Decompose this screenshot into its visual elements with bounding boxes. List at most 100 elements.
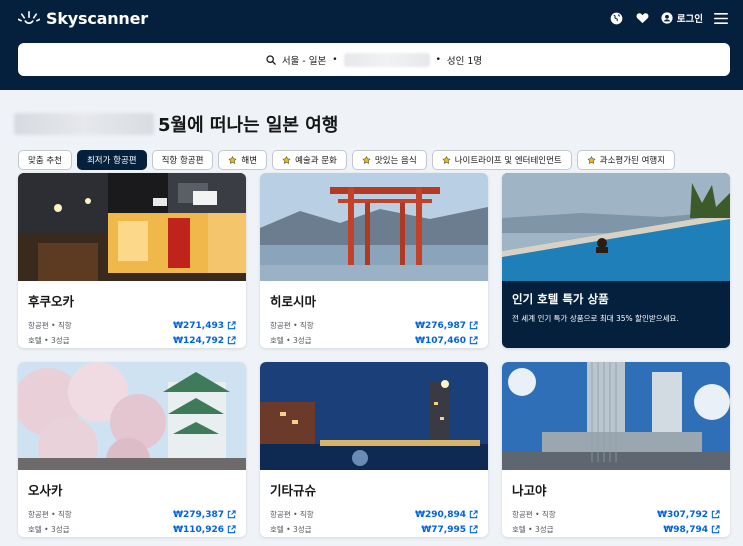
flight-price-link[interactable]: ₩290,894 bbox=[415, 510, 478, 520]
flight-row: 항공편 • 직항 ₩307,792 bbox=[512, 507, 720, 522]
blurred-dates bbox=[343, 52, 430, 67]
flight-price-link[interactable]: ₩271,493 bbox=[173, 321, 236, 331]
promo-text: 전 세계 인기 특가 상품으로 최대 35% 할인받으세요. bbox=[512, 314, 679, 323]
chip-direct-flights[interactable]: 직항 항공편 bbox=[151, 150, 214, 170]
search-passengers: 성인 1명 bbox=[446, 55, 483, 67]
chip-art-culture[interactable]: 예술과 문화 bbox=[272, 150, 347, 170]
hiroshima-photo bbox=[260, 173, 488, 281]
skyscanner-logo[interactable]: Skyscanner bbox=[18, 9, 148, 28]
kitakyushu-photo bbox=[260, 362, 488, 470]
chip-label: 맛있는 음식 bbox=[374, 156, 417, 166]
city-name: 오사카 bbox=[28, 483, 63, 498]
globe-icon[interactable] bbox=[609, 10, 625, 26]
chip-underrated[interactable]: 과소평가된 여행지 bbox=[576, 150, 676, 170]
heart-icon[interactable] bbox=[635, 10, 651, 26]
external-link-icon bbox=[227, 525, 236, 534]
sparkle-icon bbox=[442, 155, 451, 164]
external-link-icon bbox=[227, 336, 236, 345]
sparkle-icon bbox=[282, 155, 291, 164]
external-link-icon bbox=[469, 336, 478, 345]
hotel-price: ₩98,794 bbox=[663, 524, 708, 535]
chip-label: 직항 항공편 bbox=[161, 156, 204, 166]
chip-nightlife[interactable]: 나이트라이프 및 엔터테인먼트 bbox=[431, 150, 572, 170]
hotel-row: 호텔 • 3성급 ₩107,460 bbox=[270, 333, 478, 348]
chip-cheapest-flights[interactable]: 최저가 항공편 bbox=[76, 150, 147, 170]
flight-price: ₩271,493 bbox=[173, 320, 224, 331]
chip-food[interactable]: 맛있는 음식 bbox=[351, 150, 427, 170]
site-header: Skyscanner 로그인 서울 - 일본 • • 성인 1명 bbox=[0, 0, 743, 90]
hotel-price-link[interactable]: ₩77,995 bbox=[421, 525, 478, 535]
login-button[interactable]: 로그인 bbox=[661, 11, 703, 25]
destination-card-osaka[interactable]: 오사카 항공편 • 직항 ₩279,387 호텔 • 3성급 ₩110,926 bbox=[18, 362, 246, 537]
flight-row: 항공편 • 직항 ₩276,987 bbox=[270, 318, 478, 333]
hotel-row: 호텔 • 3성급 ₩77,995 bbox=[270, 522, 478, 537]
chip-label: 과소평가된 여행지 bbox=[599, 156, 666, 166]
separator-dot: • bbox=[332, 54, 338, 65]
external-link-icon bbox=[227, 321, 236, 330]
sparkle-icon bbox=[362, 155, 371, 164]
hotel-price: ₩124,792 bbox=[173, 335, 224, 346]
city-name: 나고야 bbox=[512, 483, 547, 498]
flight-label: 항공편 • 직항 bbox=[270, 510, 314, 519]
hotel-price-link[interactable]: ₩110,926 bbox=[173, 525, 236, 535]
hotel-label: 호텔 • 3성급 bbox=[270, 336, 312, 345]
flight-row: 항공편 • 직항 ₩279,387 bbox=[28, 507, 236, 522]
chip-beach[interactable]: 해변 bbox=[218, 150, 268, 170]
external-link-icon bbox=[469, 321, 478, 330]
search-route: 서울 - 일본 bbox=[281, 55, 327, 67]
chip-label: 나이트라이프 및 엔터테인먼트 bbox=[454, 156, 562, 166]
destination-card-kitakyushu[interactable]: 기타규슈 항공편 • 직항 ₩290,894 호텔 • 3성급 ₩77,995 bbox=[260, 362, 488, 537]
menu-icon[interactable] bbox=[713, 10, 729, 26]
flight-price: ₩279,387 bbox=[173, 509, 224, 520]
destination-card-hiroshima[interactable]: 히로시마 항공편 • 직항 ₩276,987 호텔 • 3성급 ₩107,460 bbox=[260, 173, 488, 348]
top-bar: Skyscanner 로그인 bbox=[0, 0, 743, 36]
hotel-deals-promo-card[interactable]: 인기 호텔 특가 상품 전 세계 인기 특가 상품으로 최대 35% 할인받으세… bbox=[502, 173, 730, 348]
sunburst-logo-icon bbox=[18, 11, 40, 24]
hotel-price-link[interactable]: ₩124,792 bbox=[173, 336, 236, 346]
city-name: 기타규슈 bbox=[270, 483, 317, 498]
flight-price-link[interactable]: ₩276,987 bbox=[415, 321, 478, 331]
chip-label: 해변 bbox=[241, 156, 258, 166]
hotel-row: 호텔 • 3성급 ₩98,794 bbox=[512, 522, 720, 537]
flight-row: 항공편 • 직항 ₩271,493 bbox=[28, 318, 236, 333]
flight-price: ₩290,894 bbox=[415, 509, 466, 520]
filter-chips: 맞춤 추천 최저가 항공편 직항 항공편 해변 예술과 문화 맛있는 음식 나이… bbox=[18, 150, 743, 170]
external-link-icon bbox=[227, 510, 236, 519]
chip-label: 맞춤 추천 bbox=[28, 156, 62, 166]
flight-price: ₩276,987 bbox=[415, 320, 466, 331]
external-link-icon bbox=[469, 510, 478, 519]
brand-name: Skyscanner bbox=[46, 8, 148, 28]
hotel-price-link[interactable]: ₩98,794 bbox=[663, 525, 720, 535]
search-summary-bar[interactable]: 서울 - 일본 • • 성인 1명 bbox=[18, 43, 730, 76]
hotel-row: 호텔 • 3성급 ₩110,926 bbox=[28, 522, 236, 537]
flight-price-link[interactable]: ₩307,792 bbox=[657, 510, 720, 520]
hotel-label: 호텔 • 3성급 bbox=[270, 525, 312, 534]
promo-title: 인기 호텔 특가 상품 bbox=[512, 292, 609, 306]
nagoya-photo bbox=[502, 362, 730, 470]
hotel-price: ₩110,926 bbox=[173, 524, 224, 535]
account-icon bbox=[661, 12, 673, 24]
fukuoka-photo bbox=[18, 173, 246, 281]
hotel-label: 호텔 • 3성급 bbox=[28, 336, 70, 345]
page-title: 5월에 떠나는 일본 여행 bbox=[158, 115, 339, 136]
external-link-icon bbox=[711, 525, 720, 534]
hotel-row: 호텔 • 3성급 ₩124,792 bbox=[28, 333, 236, 348]
login-label: 로그인 bbox=[676, 14, 703, 25]
osaka-photo bbox=[18, 362, 246, 470]
destination-card-nagoya[interactable]: 나고야 항공편 • 직항 ₩307,792 호텔 • 3성급 ₩98,794 bbox=[502, 362, 730, 537]
hotel-label: 호텔 • 3성급 bbox=[512, 525, 554, 534]
hotel-price: ₩77,995 bbox=[421, 524, 466, 535]
flight-label: 항공편 • 직항 bbox=[28, 321, 72, 330]
flight-label: 항공편 • 직항 bbox=[512, 510, 556, 519]
flight-price-link[interactable]: ₩279,387 bbox=[173, 510, 236, 520]
search-icon bbox=[266, 54, 276, 65]
chip-label: 최저가 항공편 bbox=[86, 156, 137, 166]
chip-personalized[interactable]: 맞춤 추천 bbox=[18, 150, 72, 170]
destination-card-fukuoka[interactable]: 후쿠오카 항공편 • 직항 ₩271,493 호텔 • 3성급 ₩124,792 bbox=[18, 173, 246, 348]
chip-label: 예술과 문화 bbox=[295, 156, 337, 166]
external-link-icon bbox=[469, 525, 478, 534]
separator-dot: • bbox=[435, 54, 441, 65]
flight-label: 항공편 • 직항 bbox=[270, 321, 314, 330]
hotel-price-link[interactable]: ₩107,460 bbox=[415, 336, 478, 346]
city-name: 후쿠오카 bbox=[28, 294, 75, 309]
